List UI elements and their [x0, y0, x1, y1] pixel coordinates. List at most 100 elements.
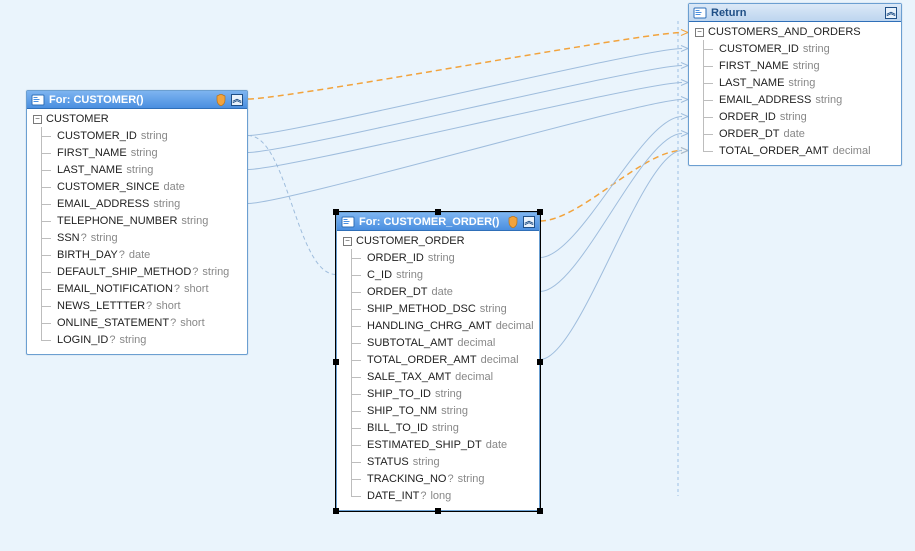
- tree-line: [695, 108, 719, 125]
- field-name: BILL_TO_ID: [367, 422, 428, 434]
- field-row[interactable]: SHIP_TO_IDstring: [343, 385, 533, 402]
- field-row[interactable]: NEWS_LETTTER?short: [33, 297, 241, 314]
- field-row[interactable]: ORDER_DTdate: [343, 283, 533, 300]
- tree-line: [343, 283, 367, 300]
- field-type: string: [141, 130, 168, 142]
- field-row[interactable]: LAST_NAMEstring: [33, 161, 241, 178]
- field-type: date: [432, 286, 453, 298]
- field-name: BIRTH_DAY: [57, 249, 118, 261]
- selection-handle[interactable]: [333, 359, 339, 365]
- tree-root[interactable]: −CUSTOMER: [33, 113, 241, 125]
- field-row[interactable]: TELEPHONE_NUMBERstring: [33, 212, 241, 229]
- field-row[interactable]: FIRST_NAMEstring: [33, 144, 241, 161]
- field-row[interactable]: SUBTOTAL_AMTdecimal: [343, 334, 533, 351]
- panel-icon: [31, 93, 45, 107]
- field-row[interactable]: ESTIMATED_SHIP_DTdate: [343, 436, 533, 453]
- field-name: SALE_TAX_AMT: [367, 371, 451, 383]
- panel-order[interactable]: For: CUSTOMER_ORDER()︽ −CUSTOMER_ORDER ORD…: [336, 212, 540, 511]
- optional-marker: ?: [109, 334, 115, 346]
- field-row[interactable]: FIRST_NAMEstring: [695, 57, 895, 74]
- collapse-button[interactable]: ︽: [231, 94, 243, 106]
- collapse-button[interactable]: ︽: [523, 216, 535, 228]
- field-type: string: [432, 422, 459, 434]
- field-name: DATE_INT: [367, 490, 419, 502]
- tree-toggle[interactable]: −: [695, 28, 704, 37]
- tree-line: [343, 368, 367, 385]
- tree-line: [695, 74, 719, 91]
- selection-handle[interactable]: [333, 209, 339, 215]
- selection-handle[interactable]: [537, 508, 543, 514]
- field-row[interactable]: C_IDstring: [343, 266, 533, 283]
- field-row[interactable]: LAST_NAMEstring: [695, 74, 895, 91]
- tree-line: [695, 125, 719, 142]
- tree-root[interactable]: −CUSTOMERS_AND_ORDERS: [695, 26, 895, 38]
- field-row[interactable]: CUSTOMER_IDstring: [33, 127, 241, 144]
- selection-handle[interactable]: [435, 209, 441, 215]
- field-row[interactable]: ORDER_IDstring: [695, 108, 895, 125]
- panel-customer[interactable]: For: CUSTOMER()︽ −CUSTOMER CUSTOMER_IDstri…: [26, 90, 248, 355]
- tree-line: [343, 436, 367, 453]
- field-row[interactable]: BIRTH_DAY?date: [33, 246, 241, 263]
- field-name: SUBTOTAL_AMT: [367, 337, 453, 349]
- tree-line: [695, 142, 719, 159]
- panel-icon: [341, 215, 355, 229]
- shield-icon: [215, 94, 227, 106]
- field-row[interactable]: CUSTOMER_SINCE date: [33, 178, 241, 195]
- selection-handle[interactable]: [537, 359, 543, 365]
- field-name: TOTAL_ORDER_AMT: [719, 145, 829, 157]
- field-row[interactable]: TRACKING_NO?string: [343, 470, 533, 487]
- tree-toggle[interactable]: −: [33, 115, 42, 124]
- field-row[interactable]: EMAIL_ADDRESSstring: [33, 195, 241, 212]
- field-row[interactable]: ORDER_IDstring: [343, 249, 533, 266]
- field-row[interactable]: SSN?string: [33, 229, 241, 246]
- tree-line: [33, 195, 57, 212]
- field-name: CUSTOMER_SINCE: [57, 181, 159, 193]
- optional-marker: ?: [119, 249, 125, 261]
- tree-line: [343, 334, 367, 351]
- selection-handle[interactable]: [435, 508, 441, 514]
- tree-line: [695, 40, 719, 57]
- tree-line: [33, 229, 57, 246]
- panel-icon: [693, 6, 707, 20]
- field-type: string: [780, 111, 807, 123]
- field-row[interactable]: SHIP_METHOD_DSCstring: [343, 300, 533, 317]
- field-row[interactable]: HANDLING_CHRG_AMTdecimal: [343, 317, 533, 334]
- field-type: string: [396, 269, 423, 281]
- tree-line: [33, 314, 57, 331]
- field-row[interactable]: EMAIL_NOTIFICATION?short: [33, 280, 241, 297]
- selection-handle[interactable]: [537, 209, 543, 215]
- field-row[interactable]: TOTAL_ORDER_AMTdecimal: [695, 142, 895, 159]
- panel-title: Return: [711, 7, 881, 19]
- collapse-button[interactable]: ︽: [885, 7, 897, 19]
- tree-root[interactable]: −CUSTOMER_ORDER: [343, 235, 533, 247]
- field-row[interactable]: TOTAL_ORDER_AMTdecimal: [343, 351, 533, 368]
- field-type: string: [435, 388, 462, 400]
- field-type: date: [163, 181, 184, 193]
- field-row[interactable]: STATUSstring: [343, 453, 533, 470]
- field-row[interactable]: DATE_INT?long: [343, 487, 533, 504]
- field-row[interactable]: ORDER_DTdate: [695, 125, 895, 142]
- tree-root-label: CUSTOMERS_AND_ORDERS: [708, 26, 861, 38]
- panel-header[interactable]: Return ︽: [689, 4, 901, 22]
- optional-marker: ?: [146, 300, 152, 312]
- field-name: LAST_NAME: [719, 77, 784, 89]
- panel-body: −CUSTOMER_ORDER ORDER_IDstringC_IDstringO…: [337, 231, 539, 510]
- field-row[interactable]: ONLINE_STATEMENT?short: [33, 314, 241, 331]
- field-row[interactable]: DEFAULT_SHIP_METHOD?string: [33, 263, 241, 280]
- field-name: EMAIL_NOTIFICATION: [57, 283, 173, 295]
- field-row[interactable]: SALE_TAX_AMTdecimal: [343, 368, 533, 385]
- field-row[interactable]: SHIP_TO_NMstring: [343, 402, 533, 419]
- tree-line: [33, 331, 57, 348]
- field-row[interactable]: EMAIL_ADDRESSstring: [695, 91, 895, 108]
- panel-body: −CUSTOMERS_AND_ORDERS CUSTOMER_IDstringFI…: [689, 22, 901, 165]
- panel-returnp[interactable]: Return ︽ −CUSTOMERS_AND_ORDERS CUSTOMER_IDs…: [688, 3, 902, 166]
- field-row[interactable]: LOGIN_ID?string: [33, 331, 241, 348]
- field-type: date: [486, 439, 507, 451]
- tree-toggle[interactable]: −: [343, 237, 352, 246]
- field-type: string: [793, 60, 820, 72]
- field-row[interactable]: CUSTOMER_IDstring: [695, 40, 895, 57]
- selection-handle[interactable]: [333, 508, 339, 514]
- panel-header[interactable]: For: CUSTOMER_ORDER()︽: [337, 213, 539, 231]
- panel-header[interactable]: For: CUSTOMER()︽: [27, 91, 247, 109]
- field-row[interactable]: BILL_TO_ID string: [343, 419, 533, 436]
